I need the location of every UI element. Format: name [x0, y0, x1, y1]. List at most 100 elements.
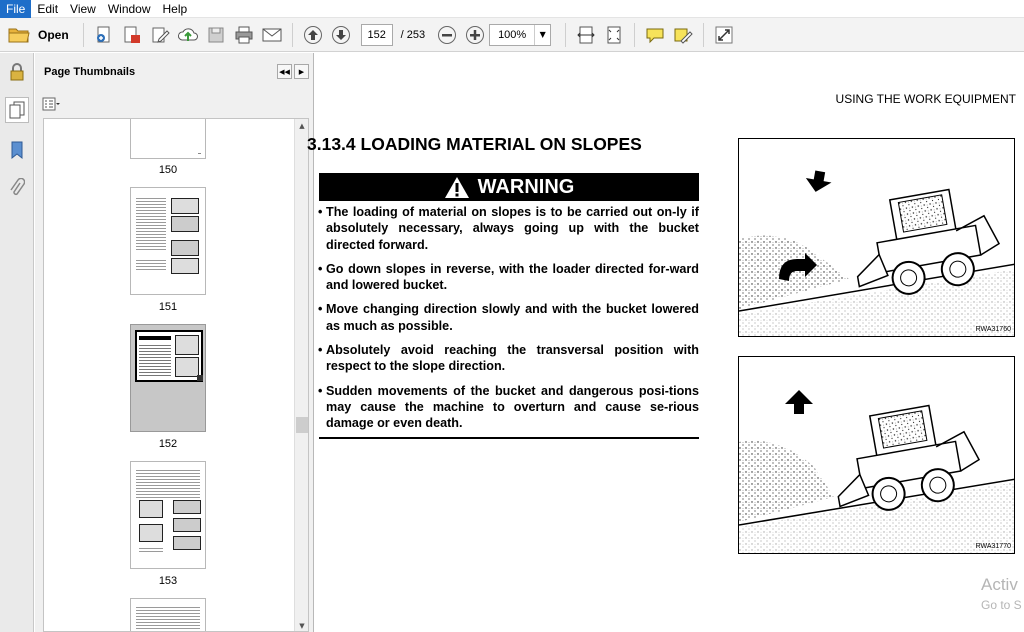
page-thumbnail-selected[interactable] [130, 324, 206, 432]
attachments-button[interactable] [5, 175, 29, 201]
export-pdf-button[interactable] [118, 21, 146, 49]
figure-loader-uphill: RWA31760 [738, 138, 1015, 337]
thumbnails-list[interactable]: 150 151 152 153 ▲ ▼ [43, 118, 309, 632]
thumbnails-panel: Page Thumbnails ◀◀ ▶ 150 151 152 153 ▲ ▼ [35, 53, 314, 632]
cloud-upload-icon [177, 27, 198, 41]
expand-icon [715, 26, 733, 43]
warning-item: Sudden movements of the bucket and dange… [318, 383, 699, 432]
open-label: Open [38, 27, 69, 42]
section-title: 3.13.4 LOADING MATERIAL ON SLOPES [307, 134, 642, 154]
edit-pdf-button[interactable] [146, 21, 174, 49]
thumbnails-scrollbar[interactable]: ▲ ▼ [294, 119, 308, 631]
thumbnail-label: 151 [158, 301, 178, 313]
page-total: / 253 [400, 28, 426, 41]
fit-page-icon [607, 26, 621, 43]
scroll-up-arrow-icon[interactable]: ▲ [295, 119, 308, 133]
edit-document-icon [152, 27, 170, 43]
thumbnail-options-button[interactable] [42, 97, 60, 111]
warning-item: The loading of material on slopes is to … [318, 204, 699, 253]
fit-page-button[interactable] [600, 21, 628, 49]
options-menu-icon [42, 97, 60, 111]
zoom-in-button[interactable] [461, 21, 489, 49]
activation-watermark-subtext: Go to S [981, 598, 1022, 612]
fit-width-icon [577, 26, 595, 43]
activation-watermark: Activ [981, 575, 1018, 594]
figure-code: RWA31770 [975, 543, 1011, 550]
warning-item: Absolutely avoid reaching the transversa… [318, 342, 699, 375]
pages-icon [9, 101, 25, 119]
menu-edit[interactable]: Edit [31, 0, 64, 18]
warning-item: Go down slopes in reverse, with the load… [318, 261, 699, 294]
loader-downhill-illustration [739, 390, 1014, 553]
warning-bottom-rule [319, 437, 699, 439]
panel-title: Page Thumbnails [44, 66, 136, 78]
toolbar: Open 152 / 253 100% ▼ [0, 18, 1024, 52]
highlight-button[interactable] [669, 21, 697, 49]
upload-cloud-button[interactable] [174, 21, 202, 49]
bookmarks-button[interactable] [5, 137, 29, 163]
lock-icon [10, 63, 24, 81]
security-button[interactable] [5, 59, 29, 85]
page-thumbnail[interactable] [130, 598, 206, 631]
figure-loader-downhill: RWA31770 [738, 356, 1015, 554]
warning-banner: WARNING [319, 173, 699, 201]
figure-code: RWA31760 [975, 326, 1011, 333]
thumbnail-label: 150 [158, 164, 178, 176]
menu-help[interactable]: Help [157, 0, 194, 18]
loader-uphill-illustration [739, 170, 1014, 336]
chevron-down-icon[interactable]: ▼ [534, 24, 550, 45]
toolbar-separator [82, 22, 84, 47]
page-thumbnail[interactable] [130, 461, 206, 569]
highlighter-icon [674, 28, 693, 44]
page-thumbnail[interactable] [130, 187, 206, 295]
warning-list: The loading of material on slopes is to … [318, 204, 699, 440]
pdf-export-icon [124, 26, 140, 43]
speech-bubble-icon [646, 28, 664, 43]
thumbnail-label: 152 [158, 438, 178, 450]
envelope-icon [262, 28, 282, 41]
toolbar-separator [291, 22, 293, 47]
zoom-out-button[interactable] [433, 21, 461, 49]
toolbar-separator [634, 22, 636, 47]
warning-triangle-icon [444, 176, 469, 198]
menu-view[interactable]: View [64, 0, 102, 18]
panel-arrow-button[interactable]: ▶ [294, 64, 309, 79]
minus-circle-icon [438, 25, 457, 44]
scroll-down-arrow-icon[interactable]: ▼ [295, 619, 308, 631]
create-pdf-button[interactable] [90, 21, 118, 49]
arrow-down-circle-icon [331, 25, 350, 44]
create-pdf-icon [96, 26, 110, 42]
next-page-button[interactable] [327, 21, 355, 49]
warning-item: Move changing direction slowly and with … [318, 301, 699, 334]
toolbar-separator [565, 22, 567, 47]
comment-button[interactable] [641, 21, 669, 49]
thumbnail-label: 153 [158, 575, 178, 587]
navigation-pane-strip [0, 53, 34, 632]
scrollbar-thumb[interactable] [296, 417, 308, 433]
zoom-select[interactable]: 100% ▼ [489, 23, 552, 46]
page-thumbnails-button[interactable] [5, 97, 29, 123]
folder-icon [8, 28, 30, 42]
zoom-value: 100% [498, 28, 527, 41]
save-icon [208, 27, 224, 42]
arrow-up-circle-icon [303, 25, 322, 44]
fit-width-button[interactable] [572, 21, 600, 49]
open-button[interactable]: Open [6, 21, 77, 49]
page-thumbnail[interactable] [130, 119, 206, 159]
plus-circle-icon [466, 25, 485, 44]
bookmark-icon [11, 141, 23, 160]
collapse-panel-button[interactable]: ◀◀ [277, 64, 292, 79]
toolbar-separator [703, 22, 705, 47]
full-screen-button[interactable] [710, 21, 738, 49]
paperclip-icon [10, 178, 25, 196]
menu-window[interactable]: Window [102, 0, 157, 18]
email-button[interactable] [258, 21, 286, 49]
print-button[interactable] [230, 21, 258, 49]
page-number-input[interactable]: 152 [360, 23, 393, 46]
menu-file[interactable]: File [0, 0, 32, 18]
document-view[interactable]: USING THE WORK EQUIPMENT 3.13.4 LOADING … [307, 53, 1024, 632]
save-button[interactable] [202, 21, 230, 49]
printer-icon [235, 26, 253, 43]
warning-label: WARNING [477, 175, 575, 198]
previous-page-button[interactable] [299, 21, 327, 49]
